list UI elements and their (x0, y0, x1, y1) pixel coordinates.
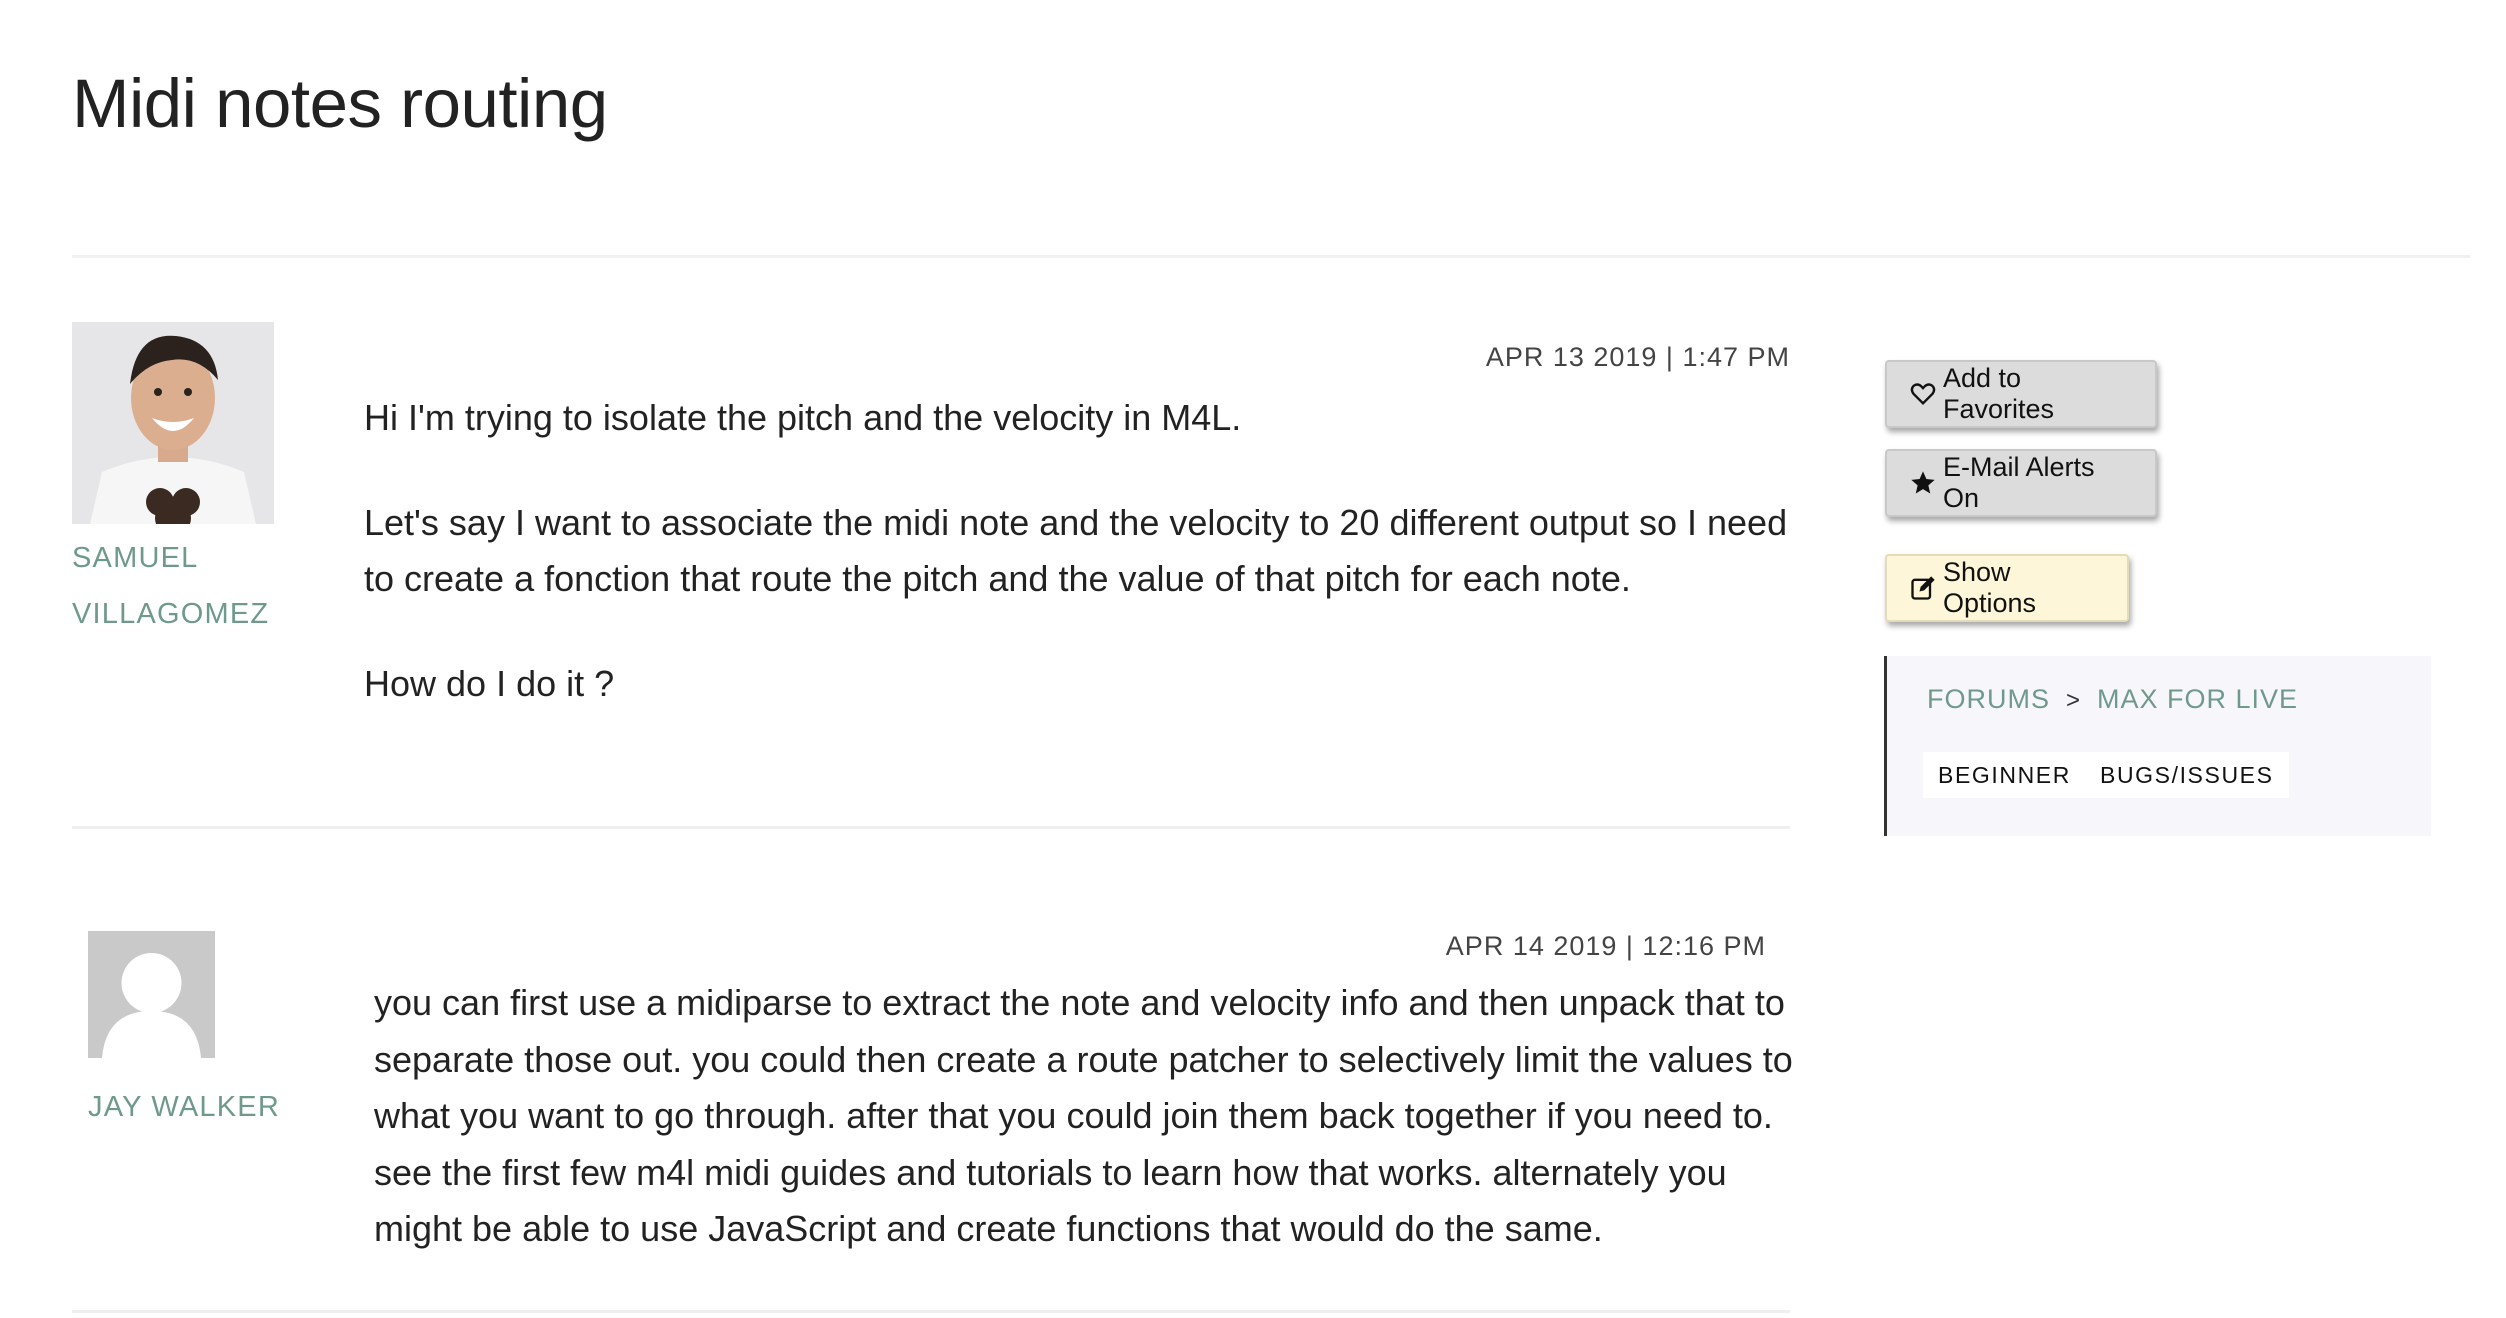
edit-icon (1909, 574, 1937, 602)
avatar (72, 322, 274, 524)
author-first-name[interactable]: SAMUEL (72, 530, 269, 586)
page-title: Midi notes routing (72, 65, 608, 142)
avatar-photo (72, 322, 274, 524)
email-alerts-label: E-Mail Alerts On (1943, 452, 2095, 513)
post: JAY WALKER APR 14 2019 | 12:16 PM you ca… (72, 931, 1793, 1271)
breadcrumb-forums-link[interactable]: FORUMS (1927, 684, 2050, 714)
author-link[interactable]: SAMUEL VILLAGOMEZ (72, 530, 269, 642)
post: SAMUEL VILLAGOMEZ APR 13 2019 | 1:47 PM … (72, 322, 1790, 802)
post-timestamp: APR 14 2019 | 12:16 PM (1445, 931, 1766, 961)
post-divider (72, 826, 1790, 829)
forum-info-box: FORUMS > MAX FOR LIVE BEGINNER BUGS/ISSUES (1884, 656, 2431, 836)
star-icon (1909, 469, 1937, 497)
post-paragraph: you can first use a midiparse to extract… (374, 982, 1793, 1249)
post-paragraph: How do I do it ? (364, 662, 615, 704)
heart-icon (1909, 380, 1937, 408)
breadcrumb-max-for-live-link[interactable]: MAX FOR LIVE (2097, 684, 2298, 714)
post-timestamp: APR 13 2019 | 1:47 PM (1485, 342, 1790, 372)
tag-bugs-issues[interactable]: BUGS/ISSUES (2085, 752, 2289, 798)
breadcrumb-separator: > (2066, 687, 2082, 714)
avatar (88, 931, 215, 1058)
author-link[interactable]: JAY WALKER (88, 1079, 280, 1135)
email-alerts-button[interactable]: E-Mail Alerts On (1885, 449, 2157, 517)
post-body: Hi I'm trying to isolate the pitch and t… (364, 390, 1790, 712)
tag-beginner[interactable]: BEGINNER (1923, 752, 2086, 798)
add-to-favorites-button[interactable]: Add to Favorites (1885, 360, 2157, 428)
add-to-favorites-label: Add to Favorites (1943, 363, 2055, 424)
breadcrumb: FORUMS > MAX FOR LIVE (1927, 684, 2298, 715)
post-paragraph: Let's say I want to associate the midi n… (364, 501, 1788, 600)
post-divider (72, 1310, 1790, 1313)
show-options-label: Show Options (1943, 557, 2037, 618)
author-last-name[interactable]: VILLAGOMEZ (72, 586, 269, 642)
default-avatar-icon (88, 931, 215, 1058)
post-paragraph: Hi I'm trying to isolate the pitch and t… (364, 397, 1242, 438)
show-options-button[interactable]: Show Options (1885, 554, 2129, 622)
title-divider (72, 255, 2470, 258)
post-body: you can first use a midiparse to extract… (374, 975, 1800, 1258)
